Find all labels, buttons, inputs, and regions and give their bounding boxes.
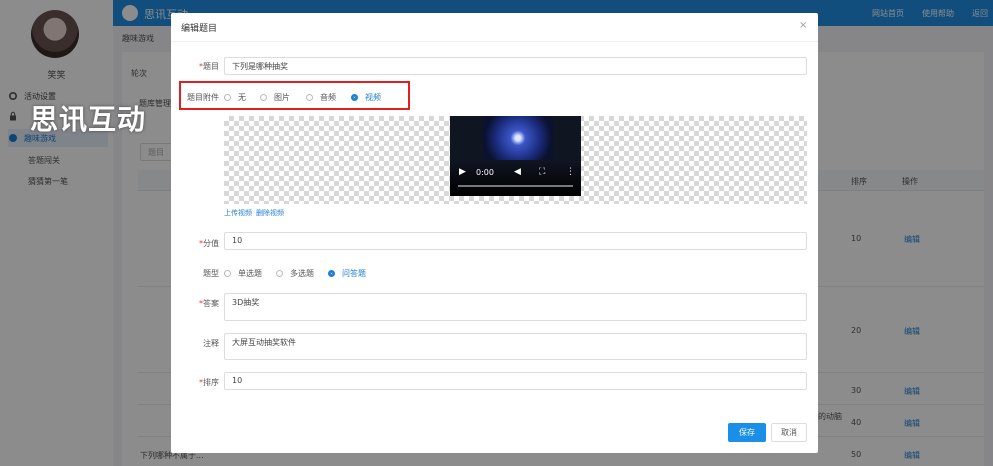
radio-icon [306,94,313,101]
upload-video-link[interactable]: 上传视频 [224,208,252,218]
video-progress-bar[interactable] [458,185,573,187]
radio-icon [260,94,267,101]
radio-selected-icon [328,270,335,277]
answer-textarea[interactable]: 3D抽奖 [224,293,807,321]
video-time: 0:00 [476,168,494,177]
note-textarea[interactable]: 大屏互动抽奖软件 [224,333,807,360]
radio-icon [224,94,231,101]
attachment-option-image[interactable]: 图片 [260,92,290,103]
radio-icon [224,270,231,277]
more-options-icon[interactable]: ⋮ [566,167,575,177]
close-icon[interactable]: × [799,20,807,31]
delete-video-link[interactable]: 删除视频 [256,208,284,218]
attachment-option-none[interactable]: 无 [224,92,246,103]
answer-label: *答案 [199,299,219,308]
attachment-option-video[interactable]: 视频 [351,92,381,103]
attachment-option-audio[interactable]: 音频 [306,92,336,103]
attachment-label: 题目附件 [187,93,219,102]
video-frame [483,116,553,160]
question-label: *题目 [199,62,219,71]
watermark: 思讯互动 [30,103,147,136]
save-button[interactable]: 保存 [728,423,766,442]
type-option-qa[interactable]: 问答题 [328,268,366,279]
note-label: 注释 [203,339,219,348]
video-player[interactable]: ▶ 0:00 ◀ ⛶ ⋮ [450,116,581,196]
radio-icon [276,270,283,277]
fullscreen-icon[interactable]: ⛶ [539,167,545,177]
play-icon[interactable]: ▶ [459,167,466,177]
media-preview-area: ▶ 0:00 ◀ ⛶ ⋮ [224,116,807,204]
question-type-label: 题型 [203,269,219,278]
cancel-button[interactable]: 取消 [771,423,807,442]
sort-label: *排序 [199,378,219,387]
type-option-multiple[interactable]: 多选题 [276,268,314,279]
score-label: *分值 [199,239,219,248]
dialog-header [171,13,818,42]
sort-input[interactable]: 10 [224,372,807,390]
edit-question-dialog: 编辑题目 × *题目 下列是哪种抽奖 题目附件 无 图片 音频 视频 ▶ 0:0… [171,13,818,453]
volume-icon[interactable]: ◀ [514,167,521,177]
score-input[interactable]: 10 [224,232,807,250]
radio-selected-icon [351,94,358,101]
question-input[interactable]: 下列是哪种抽奖 [224,57,807,75]
type-option-single[interactable]: 单选题 [224,268,262,279]
video-controls [450,160,581,196]
dialog-title: 编辑题目 [181,24,218,34]
